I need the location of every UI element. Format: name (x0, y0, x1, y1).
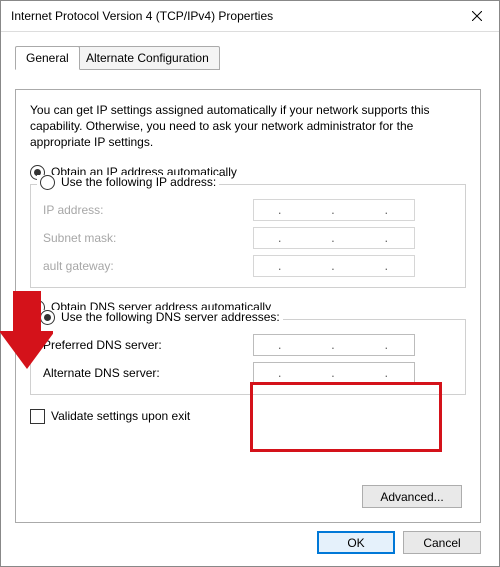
cancel-button[interactable]: Cancel (403, 531, 481, 554)
advanced-button[interactable]: Advanced... (362, 485, 462, 508)
ip-group: Use the following IP address: IP address… (30, 184, 466, 288)
label-alternate-dns: Alternate DNS server: (43, 366, 253, 380)
dialog-window: Internet Protocol Version 4 (TCP/IPv4) P… (0, 0, 500, 567)
intro-text: You can get IP settings assigned automat… (30, 102, 466, 151)
radio-dns-manual[interactable]: Use the following DNS server addresses: (37, 310, 283, 325)
content-area: General Alternate Configuration You can … (1, 32, 499, 523)
checkbox-validate-label: Validate settings upon exit (51, 409, 190, 423)
label-subnet-mask: Subnet mask: (43, 231, 253, 245)
annotation-arrow-icon (0, 291, 53, 371)
input-default-gateway: ... (253, 255, 415, 277)
input-ip-address: ... (253, 199, 415, 221)
window-title: Internet Protocol Version 4 (TCP/IPv4) P… (11, 9, 273, 23)
radio-ip-manual[interactable]: Use the following IP address: (37, 175, 219, 190)
dns-group: Use the following DNS server addresses: … (30, 319, 466, 395)
tab-general[interactable]: General (15, 46, 80, 70)
close-button[interactable] (454, 1, 499, 31)
close-icon (472, 11, 482, 21)
ok-button[interactable]: OK (317, 531, 395, 554)
label-preferred-dns: Preferred DNS server: (43, 338, 253, 352)
titlebar: Internet Protocol Version 4 (TCP/IPv4) P… (1, 1, 499, 32)
input-alternate-dns[interactable]: ... (253, 362, 415, 384)
checkbox-icon (30, 409, 45, 424)
checkbox-validate-on-exit[interactable]: Validate settings upon exit (30, 409, 466, 424)
general-panel: You can get IP settings assigned automat… (15, 89, 481, 523)
radio-dns-manual-label: Use the following DNS server addresses: (61, 310, 280, 324)
radio-icon (40, 175, 55, 190)
radio-ip-manual-label: Use the following IP address: (61, 175, 216, 189)
label-default-gateway: ault gateway: (43, 259, 253, 273)
input-preferred-dns[interactable]: ... (253, 334, 415, 356)
tab-strip: General Alternate Configuration (15, 46, 481, 68)
input-subnet-mask: ... (253, 227, 415, 249)
label-ip-address: IP address: (43, 203, 253, 217)
dialog-footer: OK Cancel (317, 531, 481, 554)
tab-alternate-config[interactable]: Alternate Configuration (75, 46, 220, 70)
